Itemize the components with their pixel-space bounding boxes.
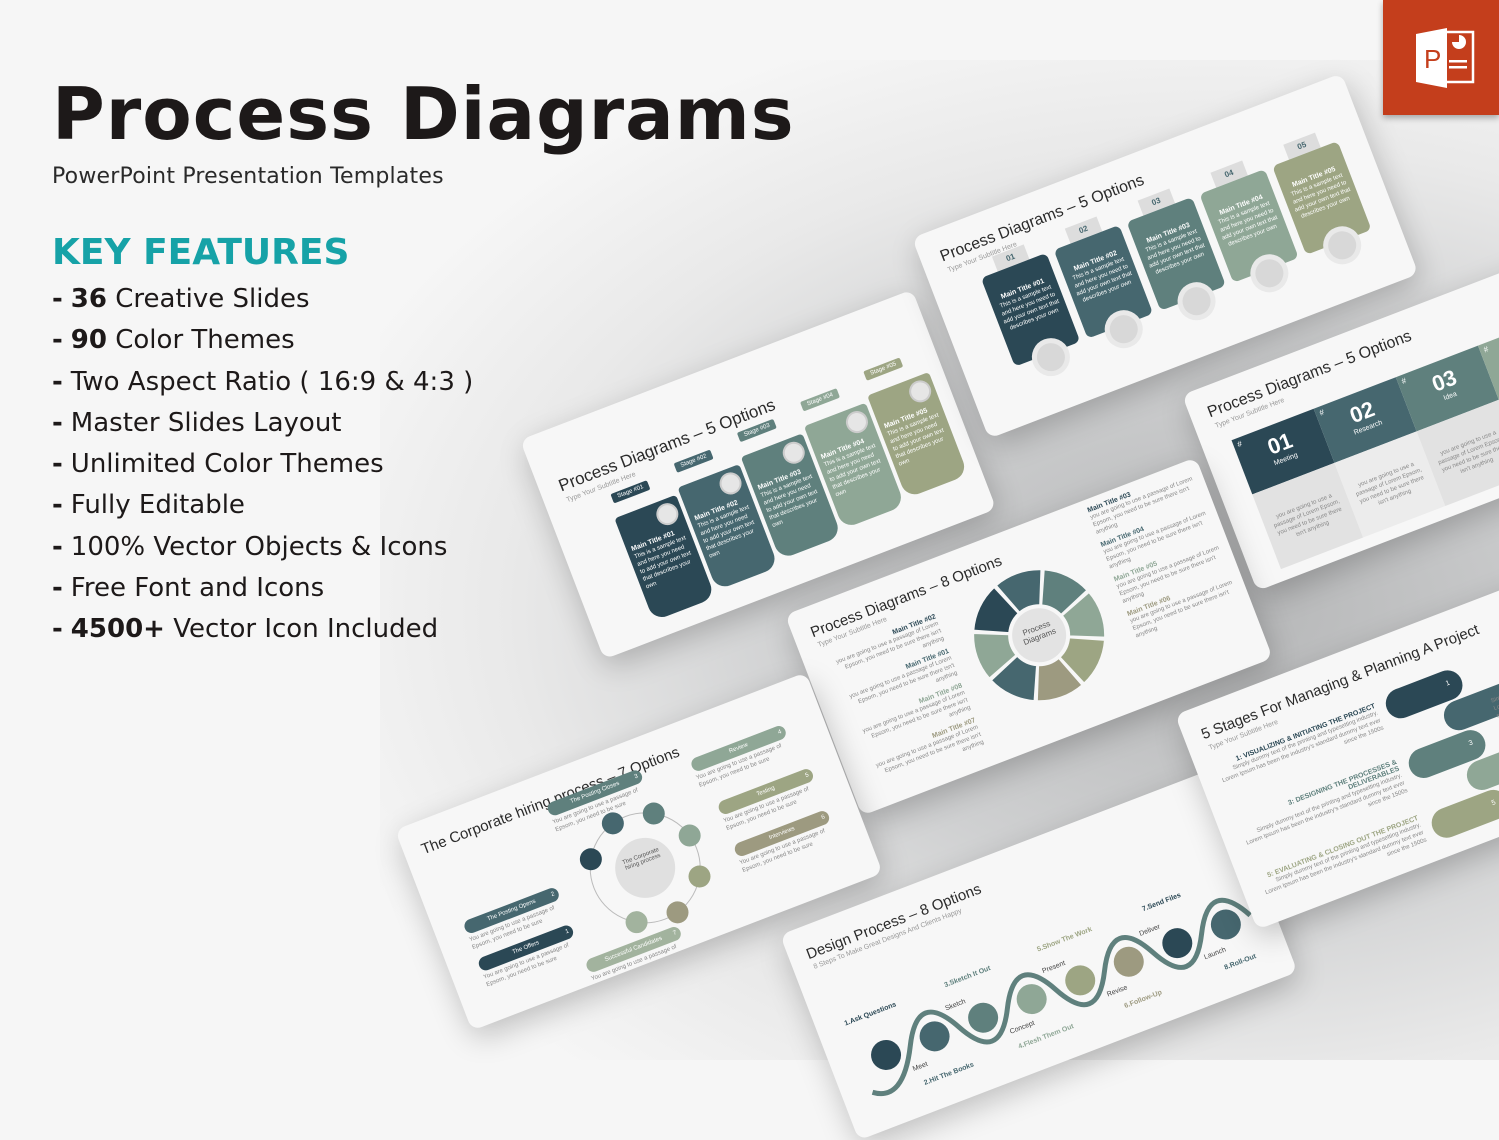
feature-item: -100% Vector Objects & Icons (52, 527, 473, 568)
features-heading: KEY FEATURES (52, 232, 473, 273)
design-step-title: 5.Show The Work (1036, 926, 1093, 953)
feature-item: -Fully Editable (52, 485, 473, 526)
design-step-node (1061, 961, 1100, 1000)
svg-text:P: P (1424, 44, 1441, 74)
bullet-dash: - (52, 367, 63, 397)
stage-tag: Stage #05 (863, 357, 903, 380)
powerpoint-badge: P (1383, 0, 1499, 115)
feature-item: -90 Color Themes (52, 320, 473, 361)
feature-text: Vector Icon Included (165, 614, 438, 644)
stage-tag: Stage #02 (674, 449, 714, 472)
feature-item: -Unlimited Color Themes (52, 444, 473, 485)
feature-item: -4500+ Vector Icon Included (52, 609, 473, 650)
design-step-node (1012, 980, 1051, 1019)
stage-pill: 5 (1427, 786, 1499, 843)
bullet-dash: - (52, 532, 63, 562)
bullet-dash: - (52, 408, 63, 438)
feature-item: -Master Slides Layout (52, 403, 473, 444)
block-text: you are going to use a passage of Lorem … (1351, 458, 1430, 514)
hiring-pill-number: 1 (563, 925, 571, 939)
block-text: you are going to use a passage of Lorem … (1433, 427, 1499, 483)
design-step-node (867, 1036, 906, 1075)
hiring-node (577, 845, 605, 873)
stage-pill-number: 5 (1491, 799, 1497, 807)
bullet-dash: - (52, 325, 63, 355)
feature-text: Free Font and Icons (71, 573, 324, 603)
bullet-dash: - (52, 449, 63, 479)
feature-item: -36 Creative Slides (52, 279, 473, 320)
hiring-pill-number: 7 (671, 926, 679, 940)
design-step-title: 2.Hit The Books (923, 1061, 975, 1087)
design-step-title: 7.Send Files (1141, 892, 1182, 913)
hiring-node (640, 799, 668, 827)
design-step-label: Launch (1203, 946, 1227, 961)
key-features: KEY FEATURES -36 Creative Slides-90 Colo… (52, 232, 473, 651)
hiring-pill-label: Review (728, 742, 749, 755)
feature-highlight: 36 (71, 284, 107, 314)
bullet-dash: - (52, 284, 63, 314)
page-subtitle: PowerPoint Presentation Templates (52, 164, 795, 189)
card-icon (906, 377, 934, 405)
card-icon (843, 408, 871, 436)
hiring-pill-number: 4 (776, 725, 784, 739)
stage-pill-number: 3 (1468, 739, 1474, 747)
design-step-node (1109, 942, 1148, 981)
hiring-pill-number: 5 (803, 769, 811, 783)
powerpoint-icon: P (1383, 0, 1499, 115)
feature-text: Fully Editable (71, 490, 245, 520)
hiring-node (685, 862, 713, 890)
feature-highlight: 4500+ (71, 614, 165, 644)
design-step-title: 8.Roll-Out (1224, 953, 1258, 972)
stage-tag: Stage #04 (800, 388, 840, 411)
design-step-node (1158, 924, 1197, 963)
hiring-pill-label: Testing (756, 785, 776, 797)
card-icon (653, 500, 681, 528)
design-step-label: Meet (912, 1061, 929, 1073)
design-step-title: 3.Sketch It Out (943, 965, 992, 989)
feature-highlight: 90 (71, 325, 107, 355)
hiring-pill-number: 2 (549, 888, 557, 902)
feature-list: -36 Creative Slides-90 Color Themes-Two … (52, 279, 473, 651)
hiring-pill-number: 6 (819, 811, 827, 825)
feature-text: Unlimited Color Themes (71, 449, 384, 479)
bullet-dash: - (52, 614, 63, 644)
feature-text: Master Slides Layout (71, 408, 342, 438)
feature-item: -Two Aspect Ratio ( 16:9 & 4:3 ) (52, 362, 473, 403)
card-icon (780, 439, 808, 467)
design-step-label: Deliver (1138, 923, 1161, 938)
block-text: you are going to use a passage of Lorem … (1269, 490, 1348, 546)
design-step-node (964, 998, 1003, 1037)
design-step-label: Sketch (944, 998, 967, 1012)
hero: Process Diagrams PowerPoint Presentation… (52, 72, 795, 189)
design-step-label: Present (1041, 960, 1066, 975)
feature-text: Creative Slides (107, 284, 310, 314)
design-step-label: Concept (1009, 1020, 1036, 1036)
design-step-node (915, 1017, 954, 1056)
card-icon (716, 469, 744, 497)
stage-pill-number: 1 (1445, 680, 1451, 688)
feature-text: 100% Vector Objects & Icons (71, 532, 448, 562)
hiring-pill-number: 3 (632, 770, 640, 784)
bullet-dash: - (52, 490, 63, 520)
feature-item: -Free Font and Icons (52, 568, 473, 609)
design-step-node (1206, 905, 1245, 944)
page-title: Process Diagrams (52, 72, 795, 156)
feature-text: Two Aspect Ratio ( 16:9 & 4:3 ) (71, 367, 473, 397)
hiring-node (622, 908, 650, 936)
bullet-dash: - (52, 573, 63, 603)
design-step-label: Revise (1106, 984, 1129, 998)
feature-text: Color Themes (107, 325, 295, 355)
design-step-title: 1.Ask Questions (844, 1001, 898, 1027)
